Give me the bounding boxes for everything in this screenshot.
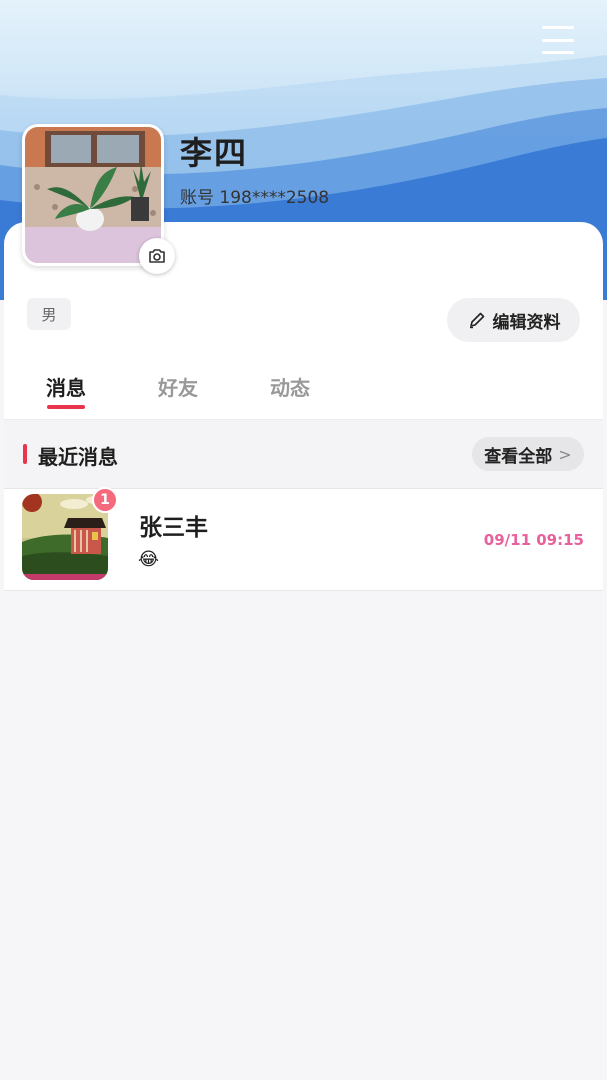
contact-name: 张三丰 [139,515,208,541]
menu-button[interactable] [540,24,576,56]
account-number: 账号 198****2508 [180,188,330,208]
message-time: 09/11 09:15 [483,531,584,549]
message-preview: 😂 [138,549,160,570]
tab-friends[interactable]: 好友 [158,372,198,401]
section-title: 最近消息 [38,445,118,469]
view-all-button[interactable]: 查看全部 > [472,437,584,471]
section-accent-bar [23,444,27,464]
change-avatar-button[interactable] [139,238,175,274]
view-all-label: 查看全部 [484,446,553,467]
edit-profile-button[interactable]: 编辑资料 [447,298,580,342]
tab-messages[interactable]: 消息 [46,372,86,401]
pencil-icon [469,312,484,329]
gender-badge: 男 [27,298,71,330]
tab-moments[interactable]: 动态 [270,372,310,401]
unread-count-badge: 1 [92,487,118,513]
chevron-right-icon: > [558,444,572,464]
menu-icon [542,26,574,29]
divider [4,590,603,591]
edit-profile-label: 编辑资料 [492,312,561,333]
user-name: 李四 [180,134,249,172]
camera-icon [149,249,165,263]
tab-active-indicator [47,405,85,409]
